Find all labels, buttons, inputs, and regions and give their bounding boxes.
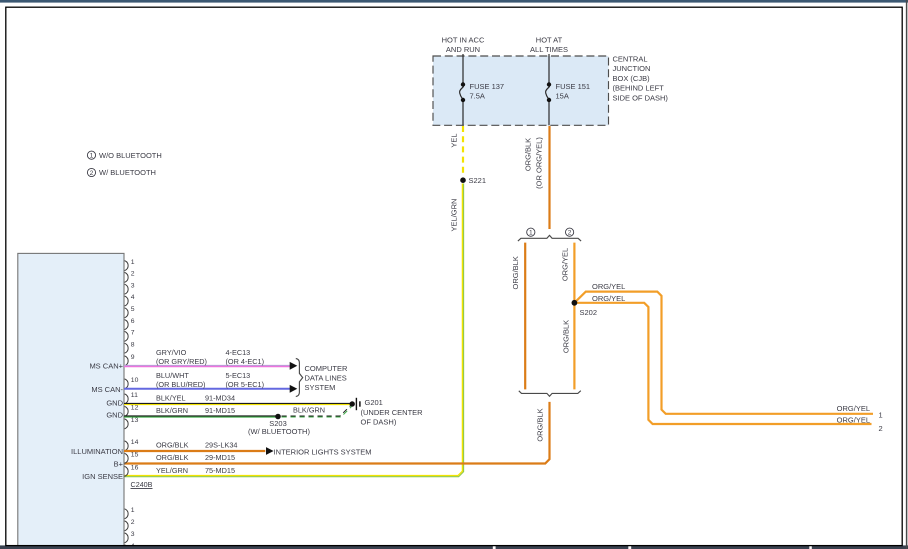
svg-text:S221: S221 (469, 176, 487, 185)
svg-text:BLK/GRN: BLK/GRN (156, 406, 188, 415)
svg-text:DATA LINES: DATA LINES (305, 373, 347, 382)
svg-text:AND RUN: AND RUN (446, 45, 480, 54)
svg-text:(OR 4-EC1): (OR 4-EC1) (226, 357, 265, 366)
svg-text:(OR 5-EC1): (OR 5-EC1) (226, 380, 265, 389)
svg-text:29S-LK34: 29S-LK34 (205, 441, 237, 450)
svg-text:FUSE 151: FUSE 151 (556, 82, 591, 91)
svg-text:16: 16 (131, 465, 139, 472)
svg-text:(OR ORG/YEL): (OR ORG/YEL) (535, 137, 544, 189)
svg-text:2: 2 (879, 424, 883, 433)
svg-text:MS CAN+: MS CAN+ (89, 362, 123, 371)
svg-text:1: 1 (90, 153, 94, 160)
svg-text:29-MD15: 29-MD15 (205, 453, 235, 462)
svg-text:ORG/YEL: ORG/YEL (592, 282, 625, 291)
svg-text:GND: GND (106, 410, 123, 419)
svg-text:JUNCTION: JUNCTION (613, 64, 651, 73)
svg-text:7: 7 (131, 330, 135, 337)
svg-text:ORG/YEL: ORG/YEL (592, 294, 625, 303)
svg-text:ORG/BLK: ORG/BLK (524, 138, 533, 171)
svg-text:CENTRAL: CENTRAL (613, 55, 648, 64)
svg-text:HOT AT: HOT AT (536, 36, 563, 45)
svg-text:C240B: C240B (131, 480, 153, 489)
svg-text:BLK/YEL: BLK/YEL (156, 394, 186, 403)
svg-text:6: 6 (131, 318, 135, 325)
svg-text:G201: G201 (365, 398, 383, 407)
svg-text:2: 2 (568, 230, 572, 237)
svg-text:BOX (CJB): BOX (CJB) (613, 74, 651, 83)
svg-text:ORG/BLK: ORG/BLK (511, 256, 520, 289)
svg-text:9: 9 (131, 354, 135, 361)
svg-text:W/O BLUETOOTH: W/O BLUETOOTH (99, 151, 162, 160)
svg-text:4-EC13: 4-EC13 (226, 348, 251, 357)
svg-text:ORG/BLK: ORG/BLK (156, 441, 189, 450)
svg-text:(W/ BLUETOOTH): (W/ BLUETOOTH) (248, 427, 310, 436)
svg-text:91-MD15: 91-MD15 (205, 406, 235, 415)
svg-text:S202: S202 (580, 308, 598, 317)
svg-text:2: 2 (90, 170, 94, 177)
svg-text:11: 11 (131, 392, 138, 399)
svg-text:ORG/YEL: ORG/YEL (560, 248, 569, 281)
svg-text:B+: B+ (114, 460, 124, 469)
svg-text:4: 4 (131, 294, 135, 301)
svg-text:13: 13 (131, 417, 139, 424)
svg-text:15A: 15A (556, 92, 569, 101)
svg-text:ORG/YEL: ORG/YEL (837, 404, 870, 413)
svg-text:ORG/BLK: ORG/BLK (562, 320, 571, 353)
svg-text:ORG/BLK: ORG/BLK (156, 453, 189, 462)
svg-text:(OR BLU/RED): (OR BLU/RED) (156, 380, 205, 389)
svg-text:GRY/VIO: GRY/VIO (156, 348, 187, 357)
svg-text:1: 1 (529, 230, 533, 237)
svg-text:3: 3 (131, 531, 135, 538)
svg-text:GND: GND (106, 399, 123, 408)
svg-text:14: 14 (131, 439, 139, 446)
svg-text:ORG/YEL: ORG/YEL (837, 416, 870, 425)
svg-text:1: 1 (131, 259, 135, 266)
svg-text:BLU/WHT: BLU/WHT (156, 371, 189, 380)
svg-text:8: 8 (131, 341, 135, 348)
svg-text:10: 10 (131, 377, 139, 384)
svg-text:ILLUMINATION: ILLUMINATION (71, 447, 123, 456)
svg-text:MS CAN-: MS CAN- (91, 385, 123, 394)
svg-text:FUSE 137: FUSE 137 (470, 82, 505, 91)
svg-text:(BEHIND LEFT: (BEHIND LEFT (613, 84, 665, 93)
svg-text:ALL TIMES: ALL TIMES (530, 45, 568, 54)
svg-text:12: 12 (131, 405, 139, 412)
svg-text:(OR GRY/RED): (OR GRY/RED) (156, 357, 207, 366)
svg-text:HOT IN ACC: HOT IN ACC (442, 36, 485, 45)
svg-text:91-MD34: 91-MD34 (205, 394, 235, 403)
svg-text:SIDE OF DASH): SIDE OF DASH) (613, 93, 669, 102)
svg-text:2: 2 (131, 519, 135, 526)
svg-text:15: 15 (131, 452, 139, 459)
svg-text:SYSTEM: SYSTEM (305, 383, 336, 392)
svg-text:INTERIOR LIGHTS SYSTEM: INTERIOR LIGHTS SYSTEM (274, 447, 372, 456)
svg-text:7.5A: 7.5A (470, 92, 485, 101)
svg-text:(UNDER CENTER: (UNDER CENTER (361, 408, 424, 417)
svg-text:3: 3 (131, 282, 135, 289)
svg-text:1: 1 (131, 507, 135, 514)
svg-text:YEL: YEL (450, 133, 459, 147)
svg-text:2: 2 (131, 271, 135, 278)
svg-text:1: 1 (879, 410, 883, 419)
svg-text:COMPUTER: COMPUTER (305, 364, 349, 373)
svg-text:IGN SENSE: IGN SENSE (82, 472, 123, 481)
svg-text:YEL/GRN: YEL/GRN (156, 466, 188, 475)
svg-text:BLK/GRN: BLK/GRN (293, 405, 325, 414)
svg-text:5: 5 (131, 306, 135, 313)
svg-text:W/ BLUETOOTH: W/ BLUETOOTH (99, 168, 156, 177)
svg-text:5-EC13: 5-EC13 (226, 371, 251, 380)
svg-text:75-MD15: 75-MD15 (205, 466, 235, 475)
svg-text:OF DASH): OF DASH) (361, 418, 397, 427)
svg-text:YEL/GRN: YEL/GRN (450, 199, 459, 232)
svg-text:ORG/BLK: ORG/BLK (535, 408, 544, 441)
